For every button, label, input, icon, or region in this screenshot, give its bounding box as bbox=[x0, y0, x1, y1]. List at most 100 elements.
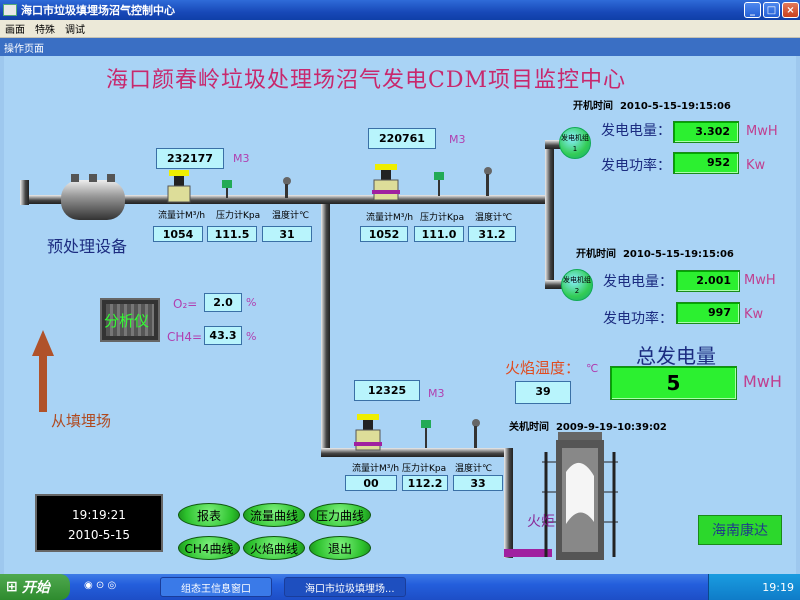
clock-time: 19:19:21 bbox=[72, 508, 126, 522]
inlet-pipe bbox=[20, 180, 29, 205]
line2-flowmeter-icon bbox=[372, 164, 400, 201]
gen2-energy-unit: MwH bbox=[744, 273, 776, 288]
menu-screen[interactable]: 画面 bbox=[0, 21, 30, 36]
total-energy-value: 5 bbox=[610, 366, 737, 400]
gen1-start-time: 2010-5-15-19:15:06 bbox=[619, 101, 731, 112]
generator-1-icon[interactable]: 发电机组1 bbox=[559, 127, 591, 159]
landfill-arrow-icon bbox=[32, 330, 54, 412]
o2-label: O₂= bbox=[173, 297, 198, 311]
line2-total-unit: M3 bbox=[449, 133, 466, 146]
flare-pipe bbox=[321, 448, 511, 457]
flame-temp-value: 39 bbox=[515, 381, 571, 404]
flame-temp-label: 火焰温度： bbox=[505, 359, 581, 377]
line3-pressure-icon bbox=[421, 420, 431, 448]
taskbar-item-scada[interactable]: 海口市垃圾填埋场... bbox=[284, 577, 406, 597]
gen1-start-label: 开机时间 2010-5-15-19:15:06 bbox=[573, 101, 731, 112]
line1-temp-value: 31 bbox=[262, 226, 312, 242]
flare-label: 火炬 bbox=[527, 514, 555, 530]
tray-clock: 19:19 bbox=[762, 580, 794, 594]
total-energy-label: 总发电量 bbox=[636, 344, 716, 368]
line1-flow-label: 流量计M³/h bbox=[158, 211, 206, 221]
flame-curve-button[interactable]: 火焰曲线 bbox=[243, 536, 305, 560]
line3-temp-icon bbox=[472, 419, 480, 448]
line1-flowmeter-icon bbox=[167, 170, 191, 203]
minimize-button[interactable]: _ bbox=[744, 2, 761, 18]
start-button[interactable]: ⊞ 开始 bbox=[0, 574, 70, 600]
clock-display: 19:19:21 2010-5-15 bbox=[35, 494, 163, 552]
menu-debug[interactable]: 调试 bbox=[60, 21, 90, 36]
line2-temp-icon bbox=[484, 167, 492, 196]
gen2-power-label: 发电功率： bbox=[603, 311, 673, 327]
line1-flow-value: 1054 bbox=[153, 226, 203, 242]
pipe-to-flare bbox=[321, 204, 330, 454]
line3-total-flow: 12325 bbox=[354, 380, 420, 401]
system-tray: 19:19 bbox=[708, 574, 800, 600]
line3-pressure-value: 112.2 bbox=[402, 475, 448, 491]
line1-pressure-icon bbox=[222, 180, 232, 198]
ch4-value: 43.3 bbox=[204, 326, 242, 345]
line3-pressure-label: 压力计Kpa bbox=[402, 464, 447, 474]
gen1-energy-value: 3.302 bbox=[673, 121, 739, 143]
panel-header: 操作页面 bbox=[0, 38, 800, 56]
line2-total-flow: 220761 bbox=[368, 128, 436, 149]
line2-temp-label: 温度计℃ bbox=[475, 213, 513, 223]
quicklaunch-icons[interactable]: ◉ ⊙ ◎ bbox=[84, 580, 116, 591]
line3-flow-label: 流量计M³/h bbox=[352, 464, 400, 474]
o2-unit: % bbox=[246, 296, 257, 309]
window-titlebar: 海口市垃圾填埋场沼气控制中心 _ □ × bbox=[0, 0, 800, 20]
page-title: 海口颜春岭垃圾处理场沼气发电CDM项目监控中心 bbox=[106, 68, 626, 93]
analyzer-label: 分析仪 bbox=[104, 312, 150, 330]
line1-pressure-value: 111.5 bbox=[207, 226, 257, 242]
line2-pressure-value: 111.0 bbox=[414, 226, 464, 242]
line3-flow-value: 00 bbox=[345, 475, 397, 491]
line3-total-unit: M3 bbox=[428, 387, 445, 400]
pressure-curve-button[interactable]: 压力曲线 bbox=[309, 503, 371, 527]
gen2-power-value: 997 bbox=[676, 302, 740, 324]
panel-title: 操作页面 bbox=[4, 43, 44, 55]
gen2-energy-value: 2.001 bbox=[676, 270, 740, 292]
gen1-power-unit: Kw bbox=[746, 158, 766, 173]
line3-flowmeter-icon bbox=[354, 414, 382, 451]
line1-temp-label: 温度计℃ bbox=[272, 211, 310, 221]
close-button[interactable]: × bbox=[782, 2, 799, 18]
menu-bar: 画面 特殊 调试 bbox=[0, 20, 800, 38]
app-icon bbox=[3, 4, 17, 16]
flow-curve-button[interactable]: 流量曲线 bbox=[243, 503, 305, 527]
line1-pressure-label: 压力计Kpa bbox=[216, 211, 261, 221]
ch4-curve-button[interactable]: CH4曲线 bbox=[178, 536, 240, 560]
windows-flag-icon: ⊞ bbox=[6, 579, 18, 595]
report-button[interactable]: 报表 bbox=[178, 503, 240, 527]
menu-special[interactable]: 特殊 bbox=[30, 21, 60, 36]
gen1-energy-label: 发电电量： bbox=[601, 123, 671, 139]
taskbar: ⊞ 开始 ◉ ⊙ ◎ 组态王信息窗口 海口市垃圾填埋场... 19:19 bbox=[0, 574, 800, 600]
ch4-label: CH4= bbox=[167, 330, 203, 344]
gen2-start-label: 开机时间 2010-5-15-19:15:06 bbox=[576, 249, 734, 260]
line1-total-flow: 232177 bbox=[156, 148, 224, 169]
flame-temp-unit: ℃ bbox=[586, 362, 599, 375]
ch4-unit: % bbox=[246, 330, 257, 343]
line2-flow-value: 1052 bbox=[360, 226, 408, 242]
line1-total-unit: M3 bbox=[233, 152, 250, 165]
brand-logo: 海南康达 bbox=[698, 515, 782, 545]
flare-riser bbox=[504, 448, 513, 558]
line3-temp-value: 33 bbox=[453, 475, 503, 491]
total-energy-unit: MwH bbox=[743, 372, 782, 391]
pretreatment-label: 预处理设备 bbox=[47, 237, 128, 256]
window-title: 海口市垃圾填埋场沼气控制中心 bbox=[21, 4, 175, 17]
pipe-to-gen1 bbox=[545, 140, 554, 204]
line3-temp-label: 温度计℃ bbox=[455, 464, 493, 474]
line1-temp-icon bbox=[283, 177, 291, 198]
gen1-power-value: 952 bbox=[673, 152, 739, 174]
landfill-label: 从填埋场 bbox=[51, 412, 112, 430]
line2-pressure-icon bbox=[434, 172, 444, 196]
gen2-start-time: 2010-5-15-19:15:06 bbox=[622, 249, 734, 260]
maximize-button[interactable]: □ bbox=[763, 2, 780, 18]
generator-2-icon[interactable]: 发电机组2 bbox=[561, 269, 593, 301]
line2-pressure-label: 压力计Kpa bbox=[420, 213, 465, 223]
taskbar-item-info[interactable]: 组态王信息窗口 bbox=[160, 577, 272, 597]
gen2-energy-label: 发电电量： bbox=[603, 274, 673, 290]
o2-value: 2.0 bbox=[204, 293, 242, 312]
exit-button[interactable]: 退出 bbox=[309, 536, 371, 560]
flare-tower-icon bbox=[542, 432, 618, 560]
flare-stop-label: 关机时间 2009-9-19-10:39:02 bbox=[509, 422, 667, 433]
